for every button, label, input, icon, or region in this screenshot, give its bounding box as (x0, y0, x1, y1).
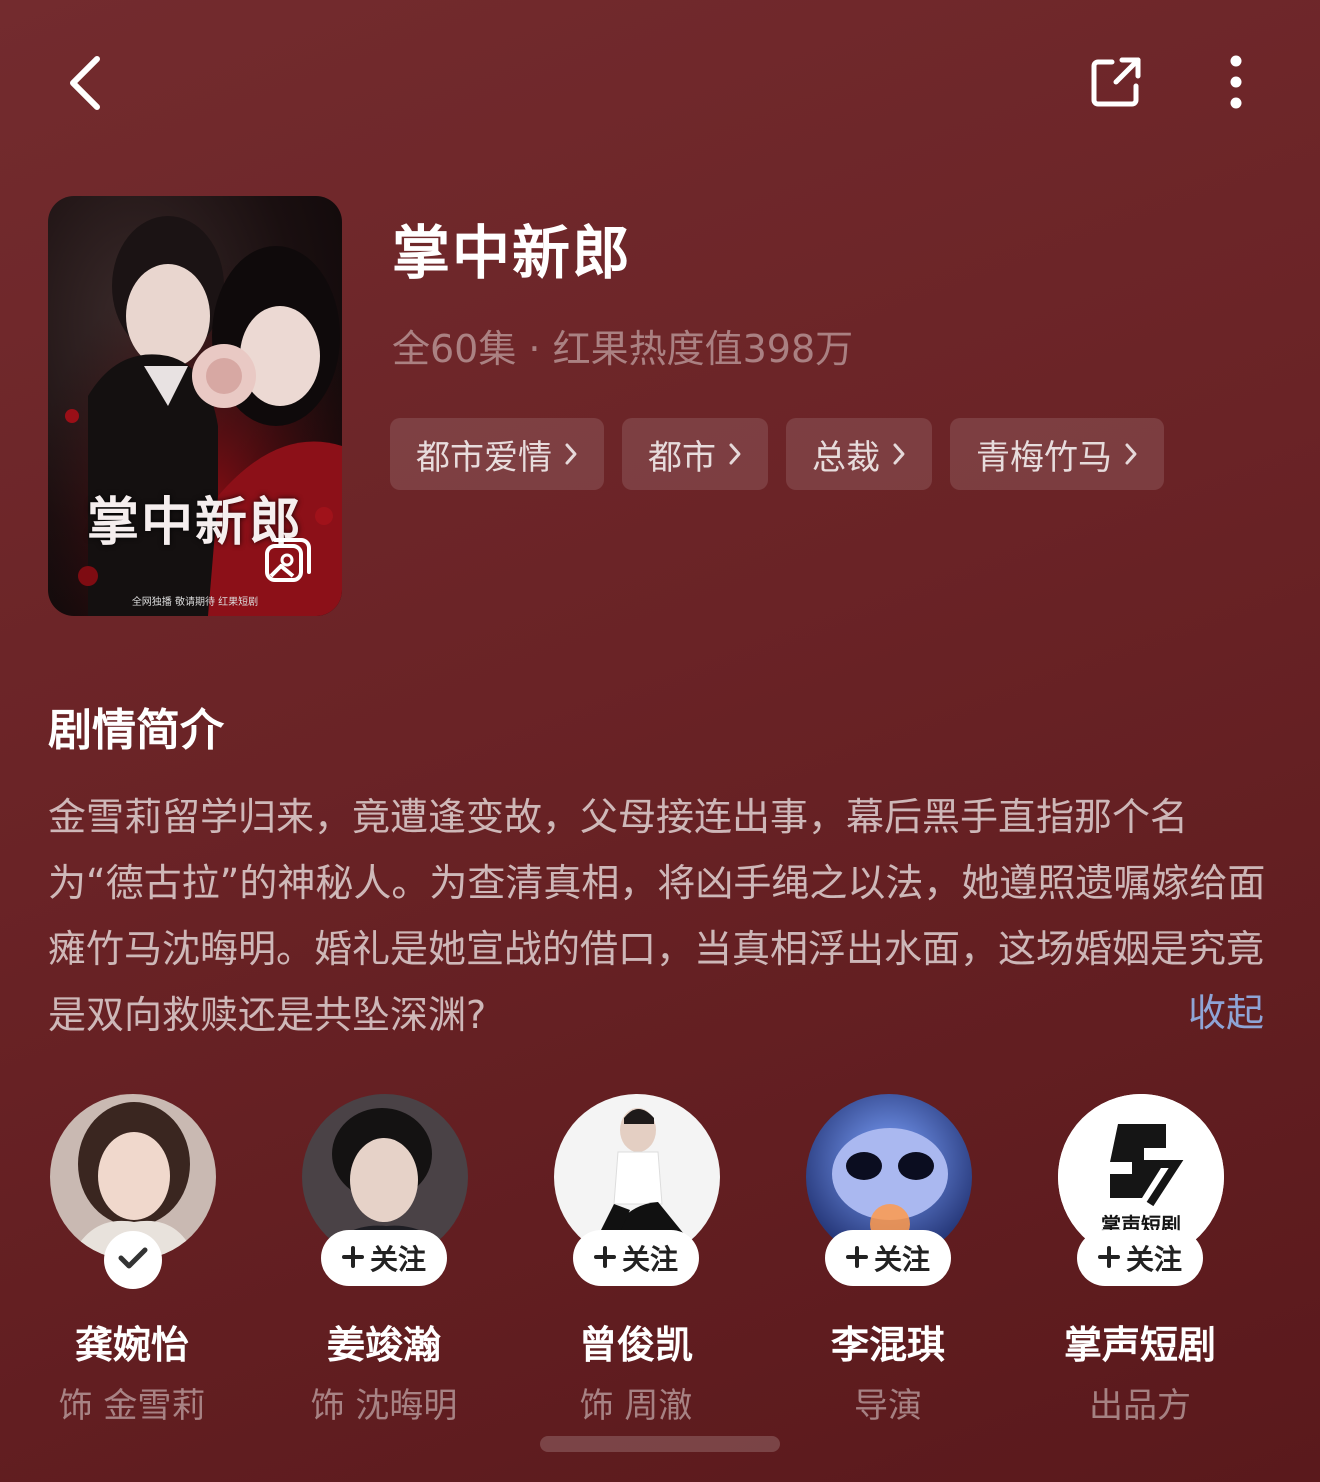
tag-chip[interactable]: 都市 (622, 418, 768, 490)
follow-label: 关注 (1125, 1243, 1182, 1276)
tag-chip[interactable]: 都市爱情 (390, 418, 604, 490)
plus-icon (845, 1242, 868, 1275)
tag-label: 都市 (648, 437, 716, 478)
cast-list: 龚婉怡 饰 金雪莉 关注 姜竣瀚 饰 沈晦明 关注 曾俊凯 饰 周澈 关注 李混… (0, 1090, 1320, 1430)
synopsis-text: 金雪莉留学归来，竟遭逢变故，父母接连出事，幕后黑手直指那个名为“德古拉”的神秘人… (48, 795, 1266, 1037)
follow-button[interactable]: 关注 (573, 1230, 699, 1286)
chevron-right-icon (728, 442, 742, 466)
drama-title: 掌中新郎 (392, 219, 633, 287)
followed-badge[interactable] (104, 1231, 162, 1289)
cast-member[interactable]: 关注 姜竣瀚 饰 沈晦明 (274, 1090, 494, 1430)
cast-role: 饰 沈晦明 (310, 1386, 458, 1426)
share-button[interactable] (1080, 48, 1152, 120)
cast-name: 姜竣瀚 (326, 1323, 441, 1367)
cast-name: 龚婉怡 (74, 1323, 189, 1367)
tag-label: 青梅竹马 (976, 437, 1112, 478)
tag-chip[interactable]: 总裁 (786, 418, 932, 490)
share-icon (1088, 54, 1144, 114)
tag-label: 总裁 (812, 437, 880, 478)
more-button[interactable] (1205, 48, 1267, 120)
cast-role: 饰 金雪莉 (58, 1386, 206, 1426)
cast-name: 李混琪 (830, 1323, 945, 1367)
cast-name: 掌声短剧 (1063, 1323, 1216, 1367)
tag-label: 都市爱情 (416, 437, 552, 478)
cast-name: 曾俊凯 (578, 1323, 693, 1367)
check-icon (118, 1246, 148, 1274)
follow-label: 关注 (873, 1243, 930, 1276)
synopsis-heading: 剧情简介 (48, 705, 224, 756)
follow-button[interactable]: 关注 (1077, 1230, 1203, 1286)
follow-button[interactable]: 关注 (321, 1230, 447, 1286)
chevron-right-icon (564, 442, 578, 466)
cast-member[interactable]: 掌声短剧 关注 掌声短剧 出品方 (1030, 1090, 1250, 1430)
follow-label: 关注 (621, 1243, 678, 1276)
back-button[interactable] (50, 45, 120, 125)
follow-label: 关注 (369, 1243, 426, 1276)
gallery-icon (263, 536, 313, 590)
home-indicator[interactable] (540, 1436, 780, 1452)
more-vertical-icon (1229, 54, 1243, 114)
cast-role: 饰 周澈 (579, 1386, 693, 1426)
cast-member[interactable]: 关注 曾俊凯 饰 周澈 (526, 1090, 746, 1430)
chevron-right-icon (892, 442, 906, 466)
chevron-left-icon (65, 53, 105, 117)
cast-member[interactable]: 关注 李混琪 导演 (778, 1090, 998, 1430)
poster-footer: 全网独播 敬请期待 红果短剧 (131, 597, 259, 608)
collapse-link[interactable]: 收起 (1188, 982, 1264, 1037)
cast-member[interactable]: 龚婉怡 饰 金雪莉 (22, 1090, 242, 1430)
tag-chip[interactable]: 青梅竹马 (950, 418, 1164, 490)
chevron-right-icon (1124, 442, 1138, 466)
drama-meta: 全60集 · 红果热度值398万 (392, 327, 854, 371)
cast-role: 导演 (854, 1386, 922, 1426)
gallery-button[interactable] (262, 537, 314, 589)
top-bar (0, 0, 1320, 170)
plus-icon (341, 1242, 364, 1275)
follow-button[interactable]: 关注 (825, 1230, 951, 1286)
tag-list: 都市爱情 都市 总裁 青梅竹马 (390, 418, 1164, 490)
plus-icon (593, 1242, 616, 1275)
plus-icon (1097, 1242, 1120, 1275)
cast-role: 出品方 (1089, 1386, 1191, 1426)
